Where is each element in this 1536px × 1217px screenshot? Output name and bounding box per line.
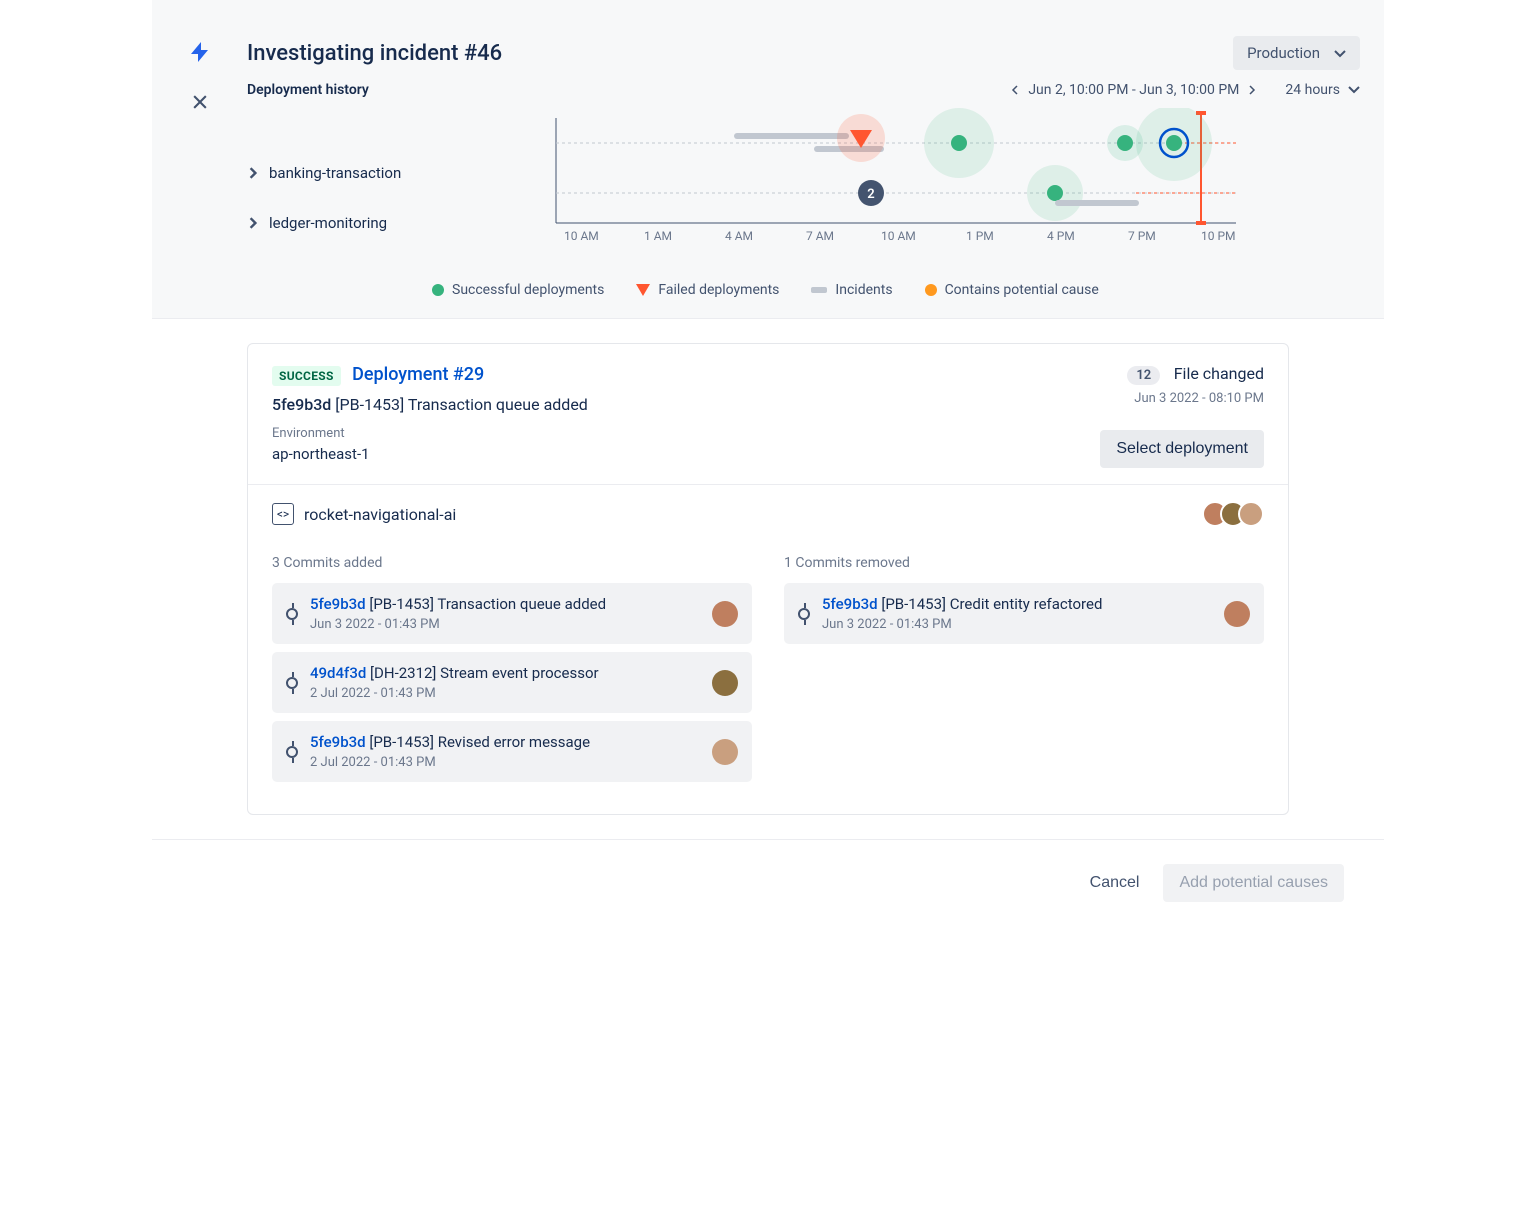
commit-message: [DH-2312] Stream event processor <box>370 664 599 682</box>
svg-text:7 AM: 7 AM <box>806 229 834 243</box>
lane-label: banking-transaction <box>269 164 401 182</box>
avatar <box>712 670 738 696</box>
commit-date: Jun 3 2022 - 01:43 PM <box>822 617 1212 632</box>
contributor-avatars <box>1210 501 1264 527</box>
commit-date: 2 Jul 2022 - 01:43 PM <box>310 755 700 770</box>
lightning-icon <box>188 40 212 68</box>
page-title: Investigating incident #46 <box>247 41 502 66</box>
chevron-right-icon <box>247 217 259 229</box>
repo-icon: <> <box>272 503 294 525</box>
env-value: ap-northeast-1 <box>272 445 588 463</box>
environment-selector[interactable]: Production <box>1233 36 1360 70</box>
avatar <box>712 601 738 627</box>
deployment-card: SUCCESS Deployment #29 5fe9b3d [PB-1453]… <box>247 343 1289 815</box>
lane-toggle[interactable]: ledger-monitoring <box>247 198 432 248</box>
chevron-right-icon <box>247 167 259 179</box>
failed-triangle-icon <box>636 284 650 296</box>
chevron-down-icon <box>1348 82 1360 98</box>
legend-label: Contains potential cause <box>945 282 1099 298</box>
chart-legend: Successful deployments Failed deployment… <box>432 282 1360 298</box>
date-range-nav[interactable]: Jun 2, 10:00 PM - Jun 3, 10:00 PM <box>1010 82 1257 98</box>
avatar <box>1238 501 1264 527</box>
commits-added-header: 3 Commits added <box>272 555 752 571</box>
svg-text:10 AM: 10 AM <box>881 229 916 243</box>
commit-date: Jun 3 2022 - 01:43 PM <box>310 617 700 632</box>
svg-text:4 AM: 4 AM <box>725 229 753 243</box>
commit-hash: 49d4f3d <box>310 664 366 682</box>
deployment-link[interactable]: Deployment #29 <box>352 364 484 385</box>
success-dot-icon <box>432 284 444 296</box>
chevron-left-icon[interactable] <box>1010 85 1020 95</box>
repo-name: rocket-navigational-ai <box>304 505 456 524</box>
commit-hash: 5fe9b3d <box>310 595 366 613</box>
commit-node-icon <box>286 746 298 758</box>
commit-hash: 5fe9b3d <box>822 595 878 613</box>
svg-text:4 PM: 4 PM <box>1047 229 1075 243</box>
commit-message: [PB-1453] Revised error message <box>369 733 590 751</box>
add-potential-causes-button[interactable]: Add potential causes <box>1163 864 1344 902</box>
potential-dot-icon <box>925 284 937 296</box>
deployment-timeline-chart[interactable]: 2 10 AM 1 AM 4 AM 7 AM 10 AM 1 PM 4 PM 7… <box>432 108 1360 268</box>
legend-label: Successful deployments <box>452 282 604 298</box>
commit-hash: 5fe9b3d <box>310 733 366 751</box>
incident-bar-icon <box>811 287 827 293</box>
legend-label: Failed deployments <box>658 282 779 298</box>
duration-selector[interactable]: 24 hours <box>1285 82 1360 98</box>
avatar <box>1224 601 1250 627</box>
files-changed-count: 12 <box>1127 366 1160 385</box>
commit-node-icon <box>286 608 298 620</box>
commit-row[interactable]: 5fe9b3d [PB-1453] Transaction queue adde… <box>272 583 752 644</box>
duration-label: 24 hours <box>1285 82 1340 98</box>
commit-node-icon <box>286 677 298 689</box>
commit-message: [PB-1453] Transaction queue added <box>335 395 588 414</box>
commit-message: [PB-1453] Credit entity refactored <box>881 595 1102 613</box>
commit-row[interactable]: 5fe9b3d [PB-1453] Revised error message … <box>272 721 752 782</box>
svg-text:7 PM: 7 PM <box>1128 229 1156 243</box>
select-deployment-button[interactable]: Select deployment <box>1100 430 1264 468</box>
env-label: Environment <box>272 426 588 441</box>
close-icon[interactable] <box>190 92 210 116</box>
chevron-right-icon[interactable] <box>1247 85 1257 95</box>
lane-label: ledger-monitoring <box>269 214 387 232</box>
commit-date: 2 Jul 2022 - 01:43 PM <box>310 686 700 701</box>
commit-row[interactable]: 49d4f3d [DH-2312] Stream event processor… <box>272 652 752 713</box>
section-label: Deployment history <box>247 82 369 98</box>
svg-text:1 PM: 1 PM <box>966 229 994 243</box>
chevron-down-icon <box>1334 44 1346 62</box>
environment-label: Production <box>1247 44 1320 62</box>
commit-node-icon <box>798 608 810 620</box>
avatar <box>712 739 738 765</box>
commit-hash: 5fe9b3d <box>272 395 331 414</box>
status-badge: SUCCESS <box>272 366 341 386</box>
lane-toggle[interactable]: banking-transaction <box>247 148 432 198</box>
files-changed-label: File changed <box>1174 364 1264 383</box>
date-range-text: Jun 2, 10:00 PM - Jun 3, 10:00 PM <box>1028 82 1239 98</box>
svg-text:10 AM: 10 AM <box>564 229 599 243</box>
legend-label: Incidents <box>835 282 892 298</box>
commit-row[interactable]: 5fe9b3d [PB-1453] Credit entity refactor… <box>784 583 1264 644</box>
svg-text:2: 2 <box>867 187 874 202</box>
commit-message: [PB-1453] Transaction queue added <box>369 595 606 613</box>
cancel-button[interactable]: Cancel <box>1078 866 1152 900</box>
deployment-datetime: Jun 3 2022 - 08:10 PM <box>1100 391 1264 406</box>
svg-text:10 PM: 10 PM <box>1201 229 1236 243</box>
svg-text:1 AM: 1 AM <box>644 229 672 243</box>
commits-removed-header: 1 Commits removed <box>784 555 1264 571</box>
